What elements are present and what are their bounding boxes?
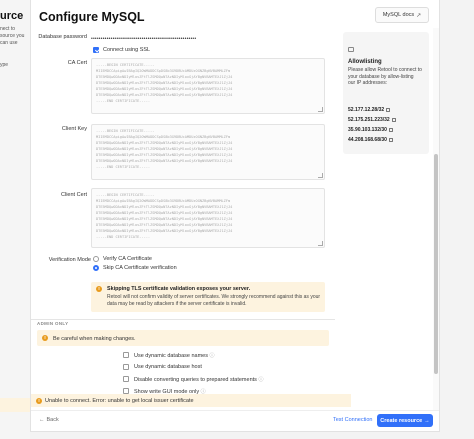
admin-warning-box: ! Be careful when making changes. bbox=[37, 330, 329, 346]
dynamic-db-host-checkbox[interactable] bbox=[123, 364, 129, 370]
dynamic-db-names-label: Use dynamic database names ⓘ bbox=[134, 353, 215, 359]
dynamic-db-host-label: Use dynamic database host bbox=[134, 364, 202, 370]
arrow-left-icon: ← bbox=[39, 417, 45, 423]
cert-end-line: -----END CERTIFICATE----- bbox=[96, 99, 151, 103]
skip-ca-label: Skip CA Certificate verification bbox=[103, 265, 177, 271]
arrow-right-icon: → bbox=[424, 417, 430, 424]
warning-icon: ! bbox=[42, 335, 48, 341]
verify-ca-radio[interactable] bbox=[93, 256, 99, 262]
allowlisting-title: Allowlisting bbox=[348, 59, 382, 65]
admin-warning-text: Be careful when making changes. bbox=[53, 335, 136, 342]
resize-handle[interactable] bbox=[318, 173, 323, 178]
mysql-docs-button[interactable]: MySQL docs ↗ bbox=[375, 7, 429, 23]
skip-ca-radio[interactable] bbox=[93, 265, 99, 271]
connection-error-text: Unable to connect. Error: unable to get … bbox=[45, 397, 194, 404]
backdrop-page: urce nect to source you can use ype bbox=[0, 0, 30, 439]
mysql-docs-label: MySQL docs bbox=[382, 12, 415, 18]
allowlisting-text: Please allow Retool to connect to your d… bbox=[348, 67, 422, 87]
database-password-field[interactable]: ••••••••••••••••••••••••••••••••••••••••… bbox=[91, 36, 196, 42]
allowlisting-card: Allowlisting Please allow Retool to conn… bbox=[348, 37, 424, 149]
connection-error-banner: ! Unable to connect. Error: unable to ge… bbox=[31, 394, 351, 407]
copy-icon[interactable] bbox=[386, 108, 391, 112]
server-icon bbox=[348, 47, 354, 52]
modal-content: Allowlisting Please allow Retool to conn… bbox=[31, 28, 435, 410]
dynamic-db-names-checkbox[interactable] bbox=[123, 352, 129, 358]
allowlisting-panel: Allowlisting Please allow Retool to conn… bbox=[343, 32, 429, 154]
create-resource-label: Create resource bbox=[380, 417, 423, 424]
client-key-label: Client Key bbox=[61, 126, 87, 132]
test-connection-button[interactable]: Test Connection bbox=[333, 417, 372, 423]
client-cert-textarea[interactable]: -----BEGIN CERTIFICATE----- MIIEMDCCApig… bbox=[91, 188, 325, 248]
modal-footer: ← Back Test Connection Create resource → bbox=[31, 410, 439, 431]
database-password-label: Database password bbox=[38, 34, 87, 40]
scrollbar-thumb[interactable] bbox=[434, 154, 438, 374]
resize-handle[interactable] bbox=[318, 241, 323, 246]
warning-icon: ! bbox=[96, 286, 102, 292]
copy-icon[interactable] bbox=[391, 118, 396, 122]
ip-address: 52.177.12.28/32 bbox=[348, 107, 385, 113]
info-icon[interactable]: ⓘ bbox=[210, 353, 215, 359]
backdrop-text: nect to source you can use bbox=[0, 26, 25, 46]
configure-mysql-modal: Configure MySQL MySQL docs ↗ Allowlistin… bbox=[30, 0, 440, 432]
create-resource-button[interactable]: Create resource → bbox=[377, 414, 433, 427]
client-cert-label: Client Cert bbox=[61, 192, 87, 198]
ip-address-row[interactable]: 52.175.251.223/32 bbox=[348, 117, 396, 123]
cert-end-line: -----END CERTIFICATE----- bbox=[96, 235, 151, 239]
tls-warning-box: ! Skipping TLS certificate validation ex… bbox=[91, 282, 325, 312]
disable-prepared-statements-checkbox[interactable] bbox=[123, 376, 129, 382]
ip-address: 35.90.103.132/30 bbox=[348, 127, 387, 133]
warning-icon: ! bbox=[36, 397, 42, 404]
ip-address: 44.208.168.68/30 bbox=[348, 137, 387, 143]
disable-prepared-statements-label: Disable converting queries to prepared s… bbox=[134, 377, 264, 383]
copy-icon[interactable] bbox=[388, 138, 393, 142]
cert-end-line: -----END CERTIFICATE----- bbox=[96, 165, 151, 169]
copy-icon[interactable] bbox=[388, 128, 393, 132]
backdrop-footer-strip bbox=[0, 398, 30, 412]
ssl-checkbox[interactable] bbox=[93, 47, 99, 53]
ca-cert-textarea[interactable]: -----BEGIN CERTIFICATE----- MIIEMDCCApig… bbox=[91, 58, 325, 114]
backdrop-type-label: ype bbox=[0, 62, 9, 68]
ip-address-row[interactable]: 52.177.12.28/32 bbox=[348, 107, 391, 113]
backdrop-title: urce bbox=[0, 10, 24, 22]
resize-handle[interactable] bbox=[318, 107, 323, 112]
tls-warning-body: Retool will not confirm validity of serv… bbox=[107, 294, 321, 307]
ssl-label: Connect using SSL bbox=[103, 47, 151, 53]
verify-ca-label: Verify CA Certificate bbox=[103, 256, 152, 262]
external-link-icon: ↗ bbox=[416, 12, 422, 19]
ip-address-row[interactable]: 44.208.168.68/30 bbox=[348, 137, 393, 143]
info-icon[interactable]: ⓘ bbox=[258, 377, 263, 383]
section-divider bbox=[31, 319, 335, 320]
modal-title: Configure MySQL bbox=[39, 10, 145, 24]
ip-address-row[interactable]: 35.90.103.132/30 bbox=[348, 127, 393, 133]
tls-warning-title: Skipping TLS certificate validation expo… bbox=[107, 286, 251, 292]
verification-mode-label: Verification Mode bbox=[48, 257, 91, 263]
ca-cert-label: CA Cert bbox=[67, 60, 87, 66]
back-button[interactable]: ← Back bbox=[39, 417, 59, 423]
scrollbar[interactable] bbox=[433, 28, 439, 410]
client-key-textarea[interactable]: -----BEGIN CERTIFICATE----- MIIEMDCCApig… bbox=[91, 124, 325, 180]
back-label: Back bbox=[46, 417, 59, 423]
ip-address: 52.175.251.223/32 bbox=[348, 117, 390, 123]
admin-only-label: ADMIN ONLY bbox=[37, 321, 69, 326]
